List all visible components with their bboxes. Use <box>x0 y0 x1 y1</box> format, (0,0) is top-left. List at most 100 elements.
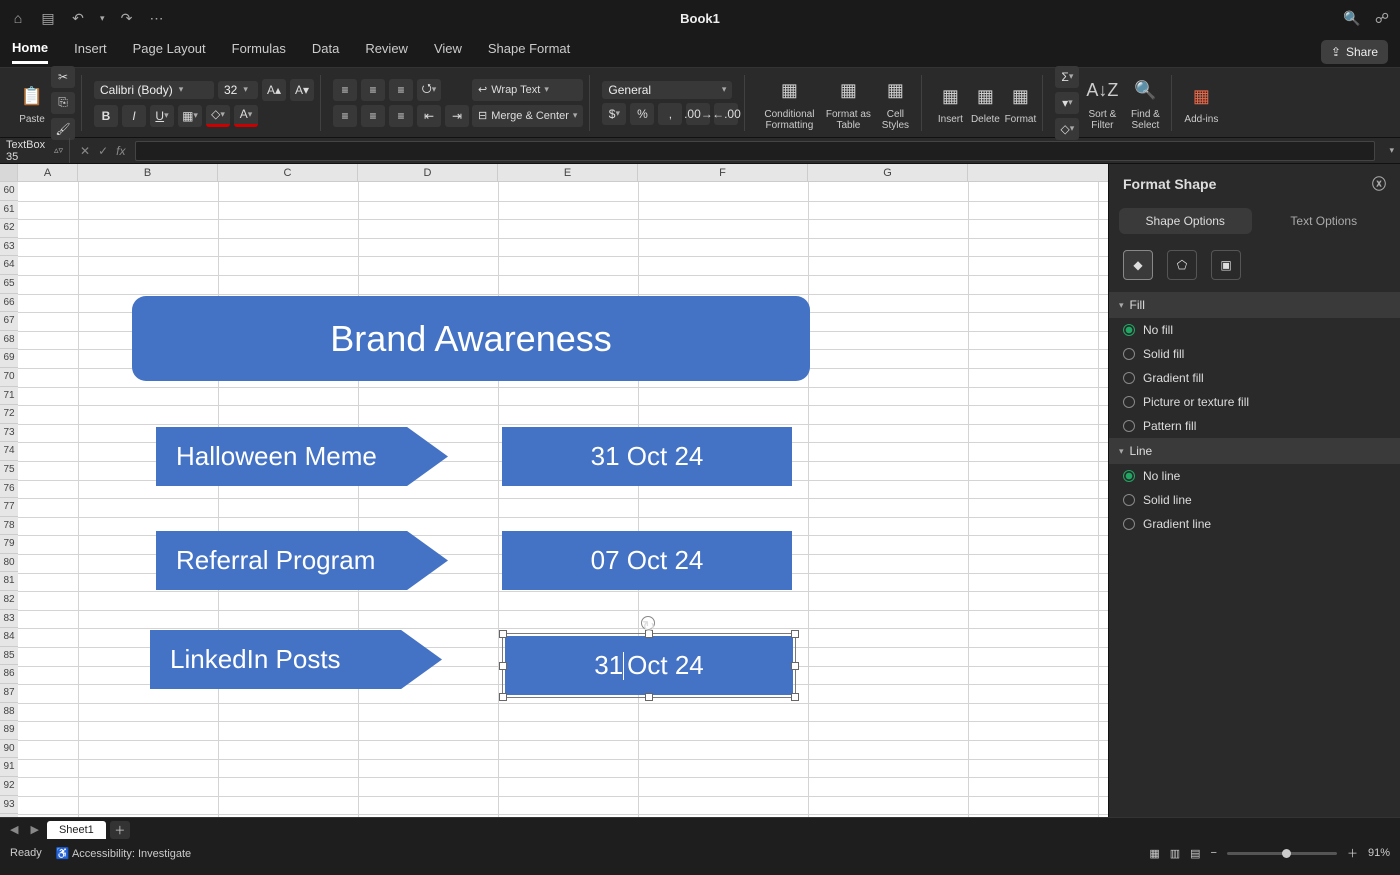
decrease-font-icon[interactable]: A▾ <box>290 79 314 101</box>
save-icon[interactable]: ▤ <box>40 10 56 26</box>
tab-view[interactable]: View <box>434 41 462 62</box>
sort-filter-button[interactable]: A↓ZSort & Filter <box>1082 75 1122 131</box>
row-header-91[interactable]: 91 <box>0 758 18 777</box>
share-user-icon[interactable]: ☍ <box>1374 10 1390 26</box>
row-header-66[interactable]: 66 <box>0 294 18 313</box>
format-button[interactable]: ▦Format <box>1004 80 1036 125</box>
row-header-79[interactable]: 79 <box>0 535 18 554</box>
row-header-86[interactable]: 86 <box>0 665 18 684</box>
zoom-in-button[interactable]: ＋ <box>1347 845 1358 861</box>
zoom-level[interactable]: 91% <box>1368 847 1390 859</box>
font-color-button[interactable]: A▾ <box>234 105 258 127</box>
row-header-89[interactable]: 89 <box>0 721 18 740</box>
home-icon[interactable]: ⌂ <box>10 10 26 26</box>
col-header-d[interactable]: D <box>358 164 498 181</box>
fill-option-0[interactable]: No fill <box>1109 318 1400 342</box>
effects-tab-icon[interactable]: ⬠ <box>1167 250 1197 280</box>
row-header-70[interactable]: 70 <box>0 368 18 387</box>
zoom-out-button[interactable]: − <box>1211 847 1217 859</box>
conditional-formatting-button[interactable]: ▦Conditional Formatting <box>757 75 821 131</box>
align-center-icon[interactable]: ≡ <box>361 105 385 127</box>
undo-icon[interactable]: ↶ <box>70 10 86 26</box>
align-top-icon[interactable]: ≡ <box>333 79 357 101</box>
find-select-button[interactable]: 🔍Find & Select <box>1125 75 1165 131</box>
decrease-decimal-icon[interactable]: ←.00 <box>714 103 738 125</box>
shape-arrow-1[interactable]: Halloween Meme <box>156 427 448 486</box>
fill-option-2[interactable]: Gradient fill <box>1109 366 1400 390</box>
format-painter-icon[interactable]: 🖌 <box>51 118 75 140</box>
fill-line-tab-icon[interactable]: ◆ <box>1123 250 1153 280</box>
view-page-layout-icon[interactable]: ▥ <box>1170 847 1180 860</box>
spreadsheet-grid[interactable]: ABCDEFG 60616263646566676869707172737475… <box>0 164 1108 817</box>
cell-styles-button[interactable]: ▦Cell Styles <box>875 75 915 131</box>
font-size-select[interactable]: 32▾ <box>218 81 258 99</box>
scroll-sheets-left-icon[interactable]: ◀ <box>6 823 22 836</box>
font-name-select[interactable]: Calibri (Body)▾ <box>94 81 214 99</box>
row-header-75[interactable]: 75 <box>0 461 18 480</box>
fill-down-icon[interactable]: ▾▾ <box>1055 92 1079 114</box>
redo-icon[interactable]: ↷ <box>119 10 135 26</box>
row-header-69[interactable]: 69 <box>0 349 18 368</box>
fill-section-header[interactable]: ▾Fill <box>1109 292 1400 318</box>
row-header-83[interactable]: 83 <box>0 610 18 629</box>
close-pane-icon[interactable]: ⓧ <box>1372 174 1386 194</box>
row-header-84[interactable]: 84 <box>0 628 18 647</box>
row-header-71[interactable]: 71 <box>0 387 18 406</box>
tab-shape-format[interactable]: Shape Format <box>488 41 570 62</box>
enter-icon[interactable]: ✓ <box>98 144 108 158</box>
scroll-sheets-right-icon[interactable]: ▶ <box>26 823 42 836</box>
accessibility-status[interactable]: ♿ Accessibility: Investigate <box>56 847 191 860</box>
size-tab-icon[interactable]: ▣ <box>1211 250 1241 280</box>
line-option-2[interactable]: Gradient line <box>1109 512 1400 536</box>
line-section-header[interactable]: ▾Line <box>1109 438 1400 464</box>
tab-review[interactable]: Review <box>365 41 408 62</box>
fill-option-1[interactable]: Solid fill <box>1109 342 1400 366</box>
add-sheet-button[interactable]: ＋ <box>110 821 130 839</box>
align-right-icon[interactable]: ≡ <box>389 105 413 127</box>
increase-indent-icon[interactable]: ⇥ <box>445 105 469 127</box>
row-header-80[interactable]: 80 <box>0 554 18 573</box>
number-format-select[interactable]: General▾ <box>602 81 732 99</box>
row-header-65[interactable]: 65 <box>0 275 18 294</box>
italic-button[interactable]: I <box>122 105 146 127</box>
align-middle-icon[interactable]: ≡ <box>361 79 385 101</box>
align-left-icon[interactable]: ≡ <box>333 105 357 127</box>
row-header-60[interactable]: 60 <box>0 182 18 201</box>
col-header-c[interactable]: C <box>218 164 358 181</box>
tab-page-layout[interactable]: Page Layout <box>133 41 206 62</box>
merge-center-button[interactable]: ⊟Merge & Center▾ <box>472 105 583 127</box>
cancel-icon[interactable]: ✕ <box>80 144 90 158</box>
shape-date-1[interactable]: 31 Oct 24 <box>502 427 792 486</box>
row-header-63[interactable]: 63 <box>0 238 18 257</box>
copy-icon[interactable]: ⎘ <box>51 92 75 114</box>
insert-button[interactable]: ▦Insert <box>934 80 966 125</box>
col-header-a[interactable]: A <box>18 164 78 181</box>
line-option-1[interactable]: Solid line <box>1109 488 1400 512</box>
row-header-76[interactable]: 76 <box>0 480 18 499</box>
paste-button[interactable]: 📋 Paste <box>16 80 48 125</box>
decrease-indent-icon[interactable]: ⇤ <box>417 105 441 127</box>
view-normal-icon[interactable]: ▦ <box>1149 847 1159 860</box>
bold-button[interactable]: B <box>94 105 118 127</box>
row-header-88[interactable]: 88 <box>0 703 18 722</box>
row-header-85[interactable]: 85 <box>0 647 18 666</box>
view-page-break-icon[interactable]: ▤ <box>1190 847 1200 860</box>
tab-data[interactable]: Data <box>312 41 339 62</box>
comma-icon[interactable]: , <box>658 103 682 125</box>
row-header-77[interactable]: 77 <box>0 498 18 517</box>
shape-arrow-2[interactable]: Referral Program <box>156 531 448 590</box>
rotate-handle[interactable]: ↻ <box>641 616 655 630</box>
col-header-f[interactable]: F <box>638 164 808 181</box>
shape-arrow-3[interactable]: LinkedIn Posts <box>150 630 442 689</box>
orientation-icon[interactable]: ⭯▾ <box>417 79 441 101</box>
tab-formulas[interactable]: Formulas <box>232 41 286 62</box>
formula-input[interactable] <box>135 141 1375 161</box>
cut-icon[interactable]: ✂ <box>51 66 75 88</box>
search-icon[interactable]: 🔍 <box>1344 10 1360 26</box>
fill-option-4[interactable]: Pattern fill <box>1109 414 1400 438</box>
share-button[interactable]: ⇪Share <box>1321 40 1388 64</box>
shape-date-2[interactable]: 07 Oct 24 <box>502 531 792 590</box>
autosum-icon[interactable]: Σ▾ <box>1055 66 1079 88</box>
percent-icon[interactable]: % <box>630 103 654 125</box>
format-as-table-button[interactable]: ▦Format as Table <box>824 75 872 131</box>
